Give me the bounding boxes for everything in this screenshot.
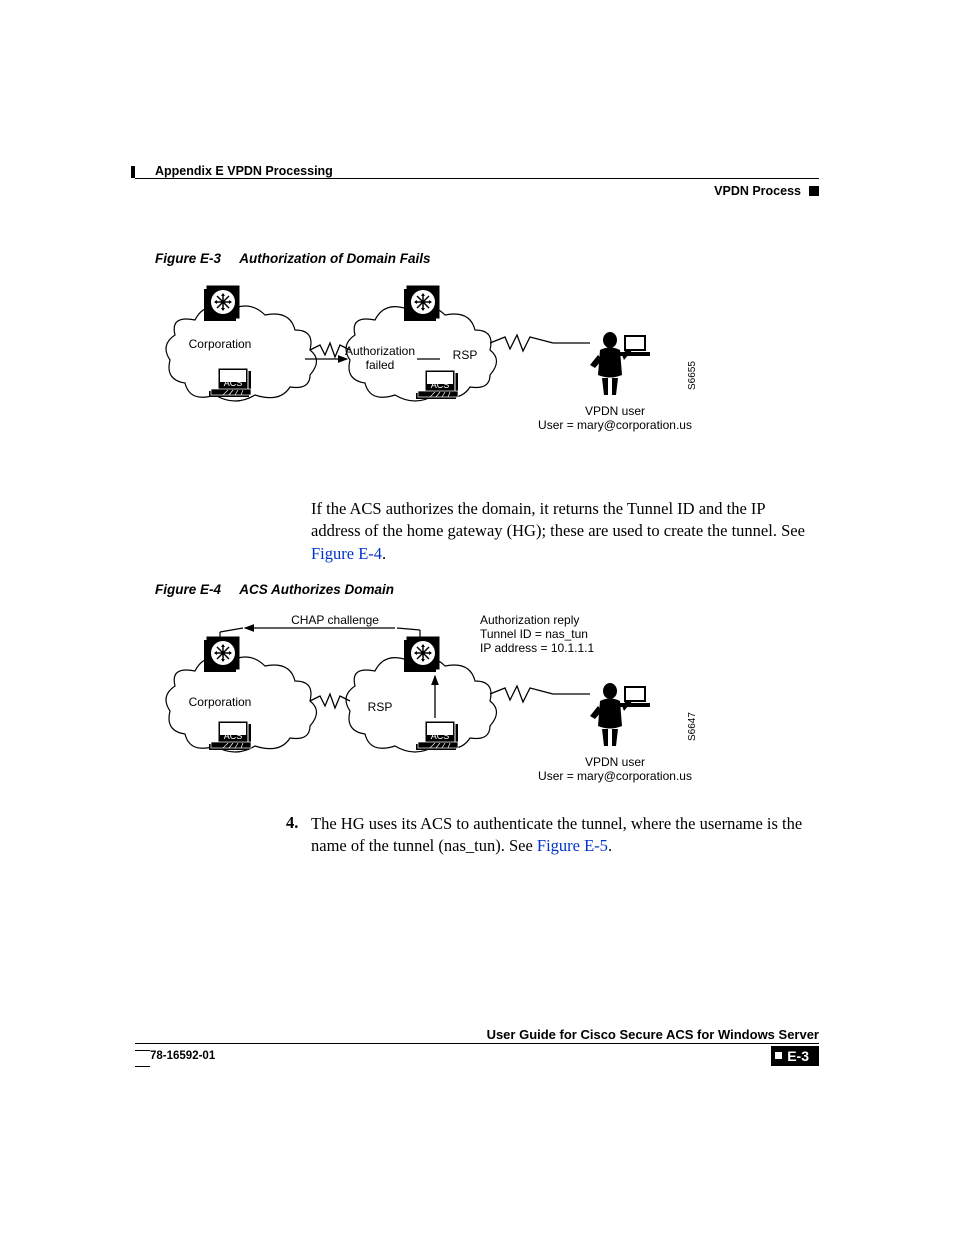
header-appendix: Appendix E VPDN Processing: [155, 164, 333, 178]
svg-text:Corporation: Corporation: [189, 337, 252, 351]
link-figure-e5[interactable]: Figure E-5: [537, 836, 608, 855]
figure-e3-diagram: Corporation ACS Authorization failed RSP…: [155, 275, 715, 440]
figure-e3-title: Authorization of Domain Fails: [239, 251, 430, 266]
step-4-text: The HG uses its ACS to authenticate the …: [311, 813, 814, 858]
footer-docnum: 78-16592-01: [150, 1050, 215, 1062]
svg-text:Authorization reply: Authorization reply: [480, 613, 579, 627]
svg-text:Corporation: Corporation: [189, 695, 252, 709]
figure-e3-caption: Figure E-3 Authorization of Domain Fails: [155, 251, 431, 266]
svg-text:ACS: ACS: [224, 378, 243, 388]
paragraph-after-e3: If the ACS authorizes the domain, it ret…: [311, 498, 814, 565]
figure-e4-caption: Figure E-4 ACS Authorizes Domain: [155, 582, 394, 597]
svg-text:ACS: ACS: [431, 731, 450, 741]
svg-text:VPDN user: VPDN user: [585, 755, 645, 769]
svg-text:RSP: RSP: [368, 700, 393, 714]
footer-docnum-mark: [135, 1050, 150, 1067]
figure-e3-label: Figure E-3: [155, 251, 221, 266]
footer-pagenum: E-3: [771, 1046, 819, 1066]
svg-text:CHAP challenge: CHAP challenge: [291, 613, 379, 627]
footer-rule: [135, 1043, 819, 1044]
svg-text:failed: failed: [366, 358, 395, 372]
svg-text:VPDN user: VPDN user: [585, 404, 645, 418]
header-mark: [131, 166, 135, 178]
figure-e4-label: Figure E-4: [155, 582, 221, 597]
para-text: If the ACS authorizes the domain, it ret…: [311, 499, 805, 540]
svg-text:User = mary@corporation.us: User = mary@corporation.us: [538, 769, 692, 783]
link-figure-e4[interactable]: Figure E-4: [311, 544, 382, 563]
svg-text:IP address = 10.1.1.1: IP address = 10.1.1.1: [480, 641, 595, 655]
svg-text:S6655: S6655: [687, 361, 698, 390]
svg-text:S6647: S6647: [687, 712, 698, 741]
header-rule: [135, 178, 819, 179]
svg-text:User = mary@corporation.us: User = mary@corporation.us: [538, 418, 692, 432]
header-section: VPDN Process: [714, 184, 801, 198]
para-text-end: .: [382, 544, 386, 563]
svg-text:Tunnel ID = nas_tun: Tunnel ID = nas_tun: [480, 627, 588, 641]
svg-text:ACS: ACS: [224, 731, 243, 741]
svg-text:ACS: ACS: [431, 380, 450, 390]
step-4-para-end: .: [608, 836, 612, 855]
step-4-number: 4.: [286, 813, 298, 833]
svg-text:Authorization: Authorization: [345, 344, 415, 358]
document-page: Appendix E VPDN Processing VPDN Process …: [0, 0, 954, 1235]
footer-guide: User Guide for Cisco Secure ACS for Wind…: [487, 1027, 819, 1042]
figure-e4-title: ACS Authorizes Domain: [239, 582, 394, 597]
header-end-mark: [809, 186, 819, 196]
svg-text:RSP: RSP: [453, 348, 478, 362]
figure-e4-diagram: Corporation ACS RSP ACS CHAP challenge A…: [155, 606, 715, 791]
